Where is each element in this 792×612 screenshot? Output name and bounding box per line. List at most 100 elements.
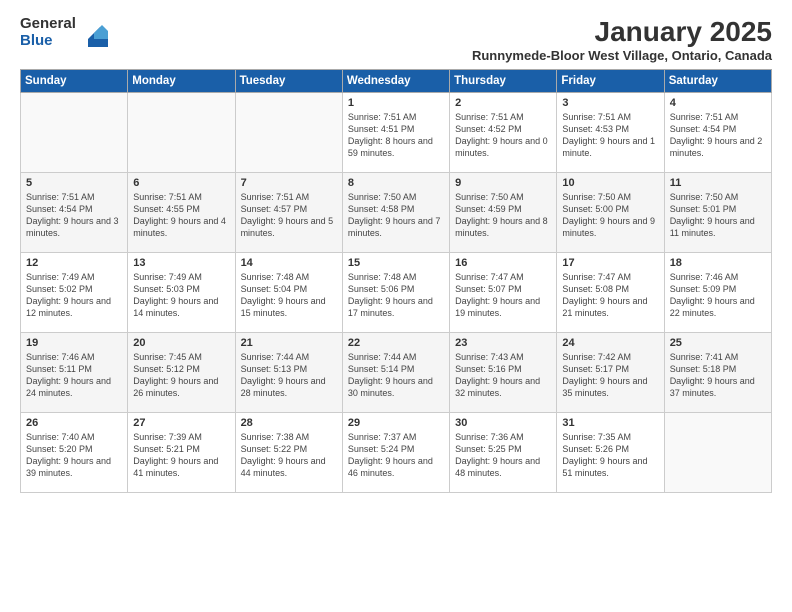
day-info: Sunrise: 7:47 AM Sunset: 5:08 PM Dayligh… — [562, 271, 658, 320]
day-cell: 31 Sunrise: 7:35 AM Sunset: 5:26 PM Dayli… — [557, 413, 664, 493]
header: General Blue January 2025 Runnymede-Bloo… — [20, 16, 772, 63]
day-cell: 7 Sunrise: 7:51 AM Sunset: 4:57 PM Daylig… — [235, 173, 342, 253]
logo: General Blue — [20, 16, 108, 49]
day-number: 27 — [133, 417, 229, 429]
day-number: 21 — [241, 337, 337, 349]
day-info: Sunrise: 7:40 AM Sunset: 5:20 PM Dayligh… — [26, 431, 122, 480]
day-number: 24 — [562, 337, 658, 349]
day-number: 5 — [26, 177, 122, 189]
day-number: 20 — [133, 337, 229, 349]
day-cell: 29 Sunrise: 7:37 AM Sunset: 5:24 PM Dayli… — [342, 413, 449, 493]
logo-blue-text: Blue — [20, 33, 76, 50]
day-info: Sunrise: 7:41 AM Sunset: 5:18 PM Dayligh… — [670, 351, 766, 400]
day-cell: 12Sunrise: 7:49 AM Sunset: 5:02 PM Dayli… — [21, 253, 128, 333]
day-number: 9 — [455, 177, 551, 189]
day-number: 3 — [562, 97, 658, 109]
day-info: Sunrise: 7:50 AM Sunset: 5:00 PM Dayligh… — [562, 191, 658, 240]
day-cell: 27 Sunrise: 7:39 AM Sunset: 5:21 PM Dayli… — [128, 413, 235, 493]
calendar-table: SundayMondayTuesdayWednesdayThursdayFrid… — [20, 69, 772, 493]
logo-general-text: General — [20, 16, 76, 33]
week-row-5: 26Sunrise: 7:40 AM Sunset: 5:20 PM Dayli… — [21, 413, 772, 493]
day-number: 25 — [670, 337, 766, 349]
day-info: Sunrise: 7:46 AM Sunset: 5:09 PM Dayligh… — [670, 271, 766, 320]
day-info: Sunrise: 7:46 AM Sunset: 5:11 PM Dayligh… — [26, 351, 122, 400]
day-number: 6 — [133, 177, 229, 189]
day-info: Sunrise: 7:38 AM Sunset: 5:22 PM Dayligh… — [241, 431, 337, 480]
day-number: 2 — [455, 97, 551, 109]
day-info: Sunrise: 7:48 AM Sunset: 5:04 PM Dayligh… — [241, 271, 337, 320]
day-cell: 23Sunrise: 7:43 AM Sunset: 5:16 PM Dayli… — [450, 333, 557, 413]
day-cell: 3 Sunrise: 7:51 AM Sunset: 4:53 PM Daylig… — [557, 93, 664, 173]
week-row-2: 5 Sunrise: 7:51 AM Sunset: 4:54 PM Daylig… — [21, 173, 772, 253]
day-number: 28 — [241, 417, 337, 429]
day-info: Sunrise: 7:49 AM Sunset: 5:03 PM Dayligh… — [133, 271, 229, 320]
day-cell: 25 Sunrise: 7:41 AM Sunset: 5:18 PM Dayli… — [664, 333, 771, 413]
week-row-1: 1Sunrise: 7:51 AM Sunset: 4:51 PM Daylig… — [21, 93, 772, 173]
week-row-4: 19 Sunrise: 7:46 AM Sunset: 5:11 PM Dayli… — [21, 333, 772, 413]
day-cell: 9Sunrise: 7:50 AM Sunset: 4:59 PM Daylig… — [450, 173, 557, 253]
day-cell: 30 Sunrise: 7:36 AM Sunset: 5:25 PM Dayli… — [450, 413, 557, 493]
day-info: Sunrise: 7:51 AM Sunset: 4:57 PM Dayligh… — [241, 191, 337, 240]
location-title: Runnymede-Bloor West Village, Ontario, C… — [472, 48, 772, 63]
col-header-thursday: Thursday — [450, 70, 557, 93]
day-info: Sunrise: 7:50 AM Sunset: 5:01 PM Dayligh… — [670, 191, 766, 240]
week-row-3: 12Sunrise: 7:49 AM Sunset: 5:02 PM Dayli… — [21, 253, 772, 333]
day-number: 10 — [562, 177, 658, 189]
day-number: 13 — [133, 257, 229, 269]
day-cell: 17 Sunrise: 7:47 AM Sunset: 5:08 PM Dayli… — [557, 253, 664, 333]
day-number: 23 — [455, 337, 551, 349]
col-header-saturday: Saturday — [664, 70, 771, 93]
day-number: 8 — [348, 177, 444, 189]
day-cell: 19 Sunrise: 7:46 AM Sunset: 5:11 PM Dayli… — [21, 333, 128, 413]
day-info: Sunrise: 7:35 AM Sunset: 5:26 PM Dayligh… — [562, 431, 658, 480]
col-header-monday: Monday — [128, 70, 235, 93]
day-number: 12 — [26, 257, 122, 269]
col-header-tuesday: Tuesday — [235, 70, 342, 93]
day-cell: 1Sunrise: 7:51 AM Sunset: 4:51 PM Daylig… — [342, 93, 449, 173]
header-row: SundayMondayTuesdayWednesdayThursdayFrid… — [21, 70, 772, 93]
day-info: Sunrise: 7:51 AM Sunset: 4:55 PM Dayligh… — [133, 191, 229, 240]
day-number: 17 — [562, 257, 658, 269]
day-info: Sunrise: 7:51 AM Sunset: 4:54 PM Dayligh… — [26, 191, 122, 240]
day-number: 18 — [670, 257, 766, 269]
day-number: 14 — [241, 257, 337, 269]
day-cell: 18 Sunrise: 7:46 AM Sunset: 5:09 PM Dayli… — [664, 253, 771, 333]
day-cell: 2 Sunrise: 7:51 AM Sunset: 4:52 PM Daylig… — [450, 93, 557, 173]
col-header-sunday: Sunday — [21, 70, 128, 93]
day-number: 31 — [562, 417, 658, 429]
day-info: Sunrise: 7:50 AM Sunset: 4:58 PM Dayligh… — [348, 191, 444, 240]
day-info: Sunrise: 7:39 AM Sunset: 5:21 PM Dayligh… — [133, 431, 229, 480]
day-info: Sunrise: 7:51 AM Sunset: 4:53 PM Dayligh… — [562, 111, 658, 160]
day-info: Sunrise: 7:37 AM Sunset: 5:24 PM Dayligh… — [348, 431, 444, 480]
day-cell: 20 Sunrise: 7:45 AM Sunset: 5:12 PM Dayli… — [128, 333, 235, 413]
day-cell: 4Sunrise: 7:51 AM Sunset: 4:54 PM Daylig… — [664, 93, 771, 173]
day-info: Sunrise: 7:51 AM Sunset: 4:52 PM Dayligh… — [455, 111, 551, 160]
day-cell: 8 Sunrise: 7:50 AM Sunset: 4:58 PM Daylig… — [342, 173, 449, 253]
logo-icon — [80, 19, 108, 47]
day-cell: 10 Sunrise: 7:50 AM Sunset: 5:00 PM Dayli… — [557, 173, 664, 253]
col-header-wednesday: Wednesday — [342, 70, 449, 93]
month-title: January 2025 — [472, 16, 772, 48]
day-cell: 26Sunrise: 7:40 AM Sunset: 5:20 PM Dayli… — [21, 413, 128, 493]
day-info: Sunrise: 7:45 AM Sunset: 5:12 PM Dayligh… — [133, 351, 229, 400]
day-number: 30 — [455, 417, 551, 429]
day-cell: 5 Sunrise: 7:51 AM Sunset: 4:54 PM Daylig… — [21, 173, 128, 253]
day-number: 16 — [455, 257, 551, 269]
day-number: 29 — [348, 417, 444, 429]
day-number: 22 — [348, 337, 444, 349]
day-info: Sunrise: 7:44 AM Sunset: 5:14 PM Dayligh… — [348, 351, 444, 400]
day-number: 7 — [241, 177, 337, 189]
day-cell: 14 Sunrise: 7:48 AM Sunset: 5:04 PM Dayli… — [235, 253, 342, 333]
day-cell: 16Sunrise: 7:47 AM Sunset: 5:07 PM Dayli… — [450, 253, 557, 333]
day-info: Sunrise: 7:51 AM Sunset: 4:54 PM Dayligh… — [670, 111, 766, 160]
day-cell: 22 Sunrise: 7:44 AM Sunset: 5:14 PM Dayli… — [342, 333, 449, 413]
day-cell: 11Sunrise: 7:50 AM Sunset: 5:01 PM Dayli… — [664, 173, 771, 253]
day-number: 15 — [348, 257, 444, 269]
day-cell: 6 Sunrise: 7:51 AM Sunset: 4:55 PM Daylig… — [128, 173, 235, 253]
day-info: Sunrise: 7:36 AM Sunset: 5:25 PM Dayligh… — [455, 431, 551, 480]
day-cell: 13 Sunrise: 7:49 AM Sunset: 5:03 PM Dayli… — [128, 253, 235, 333]
day-cell: 28 Sunrise: 7:38 AM Sunset: 5:22 PM Dayli… — [235, 413, 342, 493]
day-cell — [128, 93, 235, 173]
day-cell: 24Sunrise: 7:42 AM Sunset: 5:17 PM Dayli… — [557, 333, 664, 413]
day-number: 19 — [26, 337, 122, 349]
